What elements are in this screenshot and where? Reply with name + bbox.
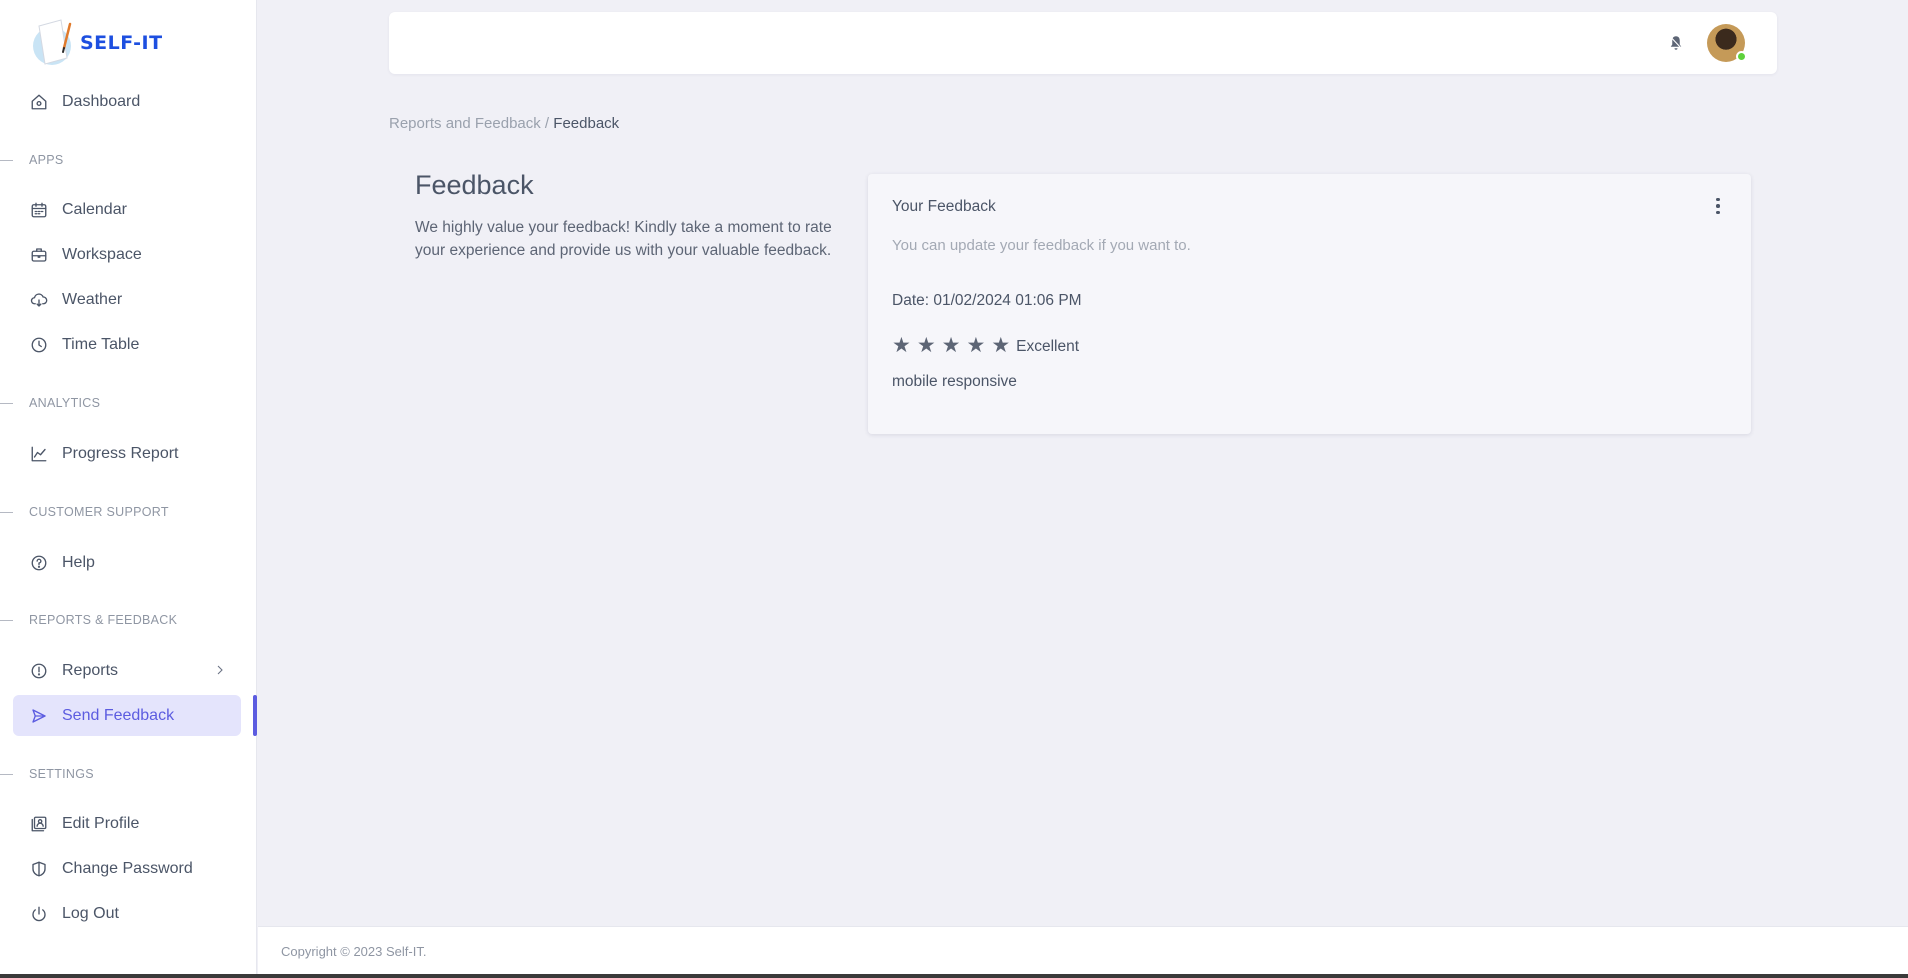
brand-name: SELF-IT <box>80 32 163 54</box>
top-navbar <box>389 12 1777 74</box>
card-title: Your Feedback <box>892 198 996 215</box>
sidebar-item-send-feedback[interactable]: Send Feedback <box>13 695 241 736</box>
sidebar-item-label: Progress Report <box>62 444 179 462</box>
star-icon: ★ <box>991 334 1011 357</box>
sidebar-item-workspace[interactable]: Workspace <box>13 234 241 275</box>
cloud-icon <box>29 290 49 310</box>
more-vertical-icon[interactable] <box>1711 196 1725 216</box>
sidebar: SELF-IT Dashboard APPS Calendar Workspac… <box>0 0 257 974</box>
breadcrumb-separator: / <box>540 115 554 132</box>
sidebar-item-change-password[interactable]: Change Password <box>13 848 241 889</box>
calendar-icon <box>29 200 49 220</box>
sidebar-item-label: Calendar <box>62 200 127 218</box>
sidebar-item-label: Weather <box>62 290 123 308</box>
question-circle-icon <box>29 553 49 573</box>
sidebar-section-customer-support: CUSTOMER SUPPORT <box>0 502 169 522</box>
sidebar-item-log-out[interactable]: Log Out <box>13 893 241 934</box>
sidebar-section-reports-feedback: REPORTS & FEEDBACK <box>0 610 177 630</box>
sidebar-item-help[interactable]: Help <box>13 542 241 583</box>
sidebar-item-weather[interactable]: Weather <box>13 279 241 320</box>
sidebar-section-apps: APPS <box>0 150 64 170</box>
breadcrumb: Reports and Feedback / Feedback <box>389 115 619 132</box>
chart-line-icon <box>29 444 49 464</box>
sidebar-item-progress-report[interactable]: Progress Report <box>13 433 241 474</box>
alert-circle-icon <box>29 661 49 681</box>
sidebar-section-settings: SETTINGS <box>0 764 94 784</box>
sidebar-item-label: Send Feedback <box>62 706 175 724</box>
star-rating: ★ ★ ★ ★ ★ Excellent <box>892 334 1080 357</box>
star-icon: ★ <box>966 334 986 357</box>
star-icon: ★ <box>892 334 911 357</box>
briefcase-icon <box>29 245 49 265</box>
feedback-date: Date: 01/02/2024 01:06 PM <box>892 292 1082 309</box>
feedback-card: Your Feedback You can update your feedba… <box>868 174 1751 434</box>
feedback-comment: mobile responsive <box>892 373 1017 390</box>
sidebar-item-time-table[interactable]: Time Table <box>13 324 241 365</box>
send-icon <box>29 706 49 726</box>
sidebar-item-calendar[interactable]: Calendar <box>13 189 241 230</box>
power-icon <box>29 904 49 924</box>
avatar[interactable] <box>1707 24 1747 62</box>
card-subtitle: You can update your feedback if you want… <box>892 237 1191 254</box>
footer: Copyright © 2023 Self-IT. <box>258 926 1908 974</box>
rating-label: Excellent <box>1016 338 1080 355</box>
sidebar-item-label: Edit Profile <box>62 814 140 832</box>
page-description: We highly value your feedback! Kindly ta… <box>415 219 832 259</box>
logo-icon <box>31 18 77 68</box>
clock-icon <box>29 335 49 355</box>
sidebar-item-label: Time Table <box>62 335 140 353</box>
shield-icon <box>29 859 49 879</box>
sidebar-item-label: Help <box>62 553 95 571</box>
profile-card-icon <box>29 814 49 834</box>
online-status-dot <box>1736 51 1747 62</box>
sidebar-item-dashboard[interactable]: Dashboard <box>13 81 241 122</box>
brand-logo[interactable]: SELF-IT <box>31 18 163 68</box>
sidebar-item-label: Reports <box>62 661 119 679</box>
sidebar-section-analytics: ANALYTICS <box>0 393 100 413</box>
breadcrumb-parent-link[interactable]: Reports and Feedback <box>389 115 541 132</box>
sidebar-item-edit-profile[interactable]: Edit Profile <box>13 803 241 844</box>
sidebar-item-reports[interactable]: Reports <box>13 650 241 691</box>
chevron-right-icon <box>212 662 228 678</box>
window-bottom-edge <box>0 974 1908 978</box>
breadcrumb-current: Feedback <box>553 115 620 132</box>
star-icon: ★ <box>916 334 936 357</box>
sidebar-item-label: Log Out <box>62 904 119 922</box>
star-icon: ★ <box>941 334 961 357</box>
copyright-text: Copyright © 2023 Self-IT. <box>281 944 427 959</box>
page-title: Feedback <box>415 170 534 200</box>
sidebar-item-label: Dashboard <box>62 92 141 110</box>
home-icon <box>29 92 49 112</box>
active-indicator <box>253 695 257 736</box>
bell-icon[interactable] <box>1667 34 1685 52</box>
sidebar-item-label: Change Password <box>62 859 193 877</box>
sidebar-item-label: Workspace <box>62 245 142 263</box>
